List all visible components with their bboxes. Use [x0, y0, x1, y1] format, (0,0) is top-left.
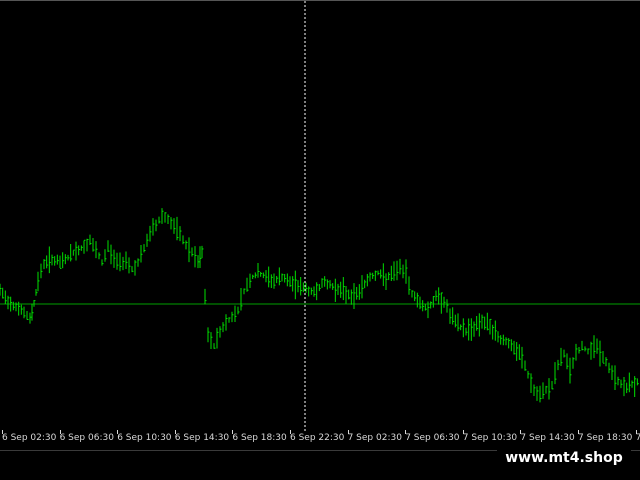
time-axis-label: 6 Sep 14:30 — [174, 433, 230, 443]
time-axis-label: 7 S — [635, 433, 640, 443]
time-axis-label: 7 Sep 18:30 — [578, 433, 633, 443]
time-axis-label: 6 Sep 10:30 — [117, 433, 172, 443]
time-axis-label: 7 Sep 10:30 — [462, 433, 518, 443]
time-axis-label: 6 Sep 02:30 — [2, 433, 57, 443]
chart-window[interactable]: 6 Sep 02:30 6 Sep 06:30 6 Sep 10:30 6 Sep 1… — [0, 0, 640, 480]
time-axis-label: 6 Sep 18:30 — [232, 433, 287, 443]
watermark-label: www.mt4.shop — [497, 446, 631, 470]
time-axis-label: 6 Sep 06:30 — [59, 433, 114, 443]
chart-area[interactable] — [0, 0, 640, 431]
time-axis-label: 6 Sep 22:30 — [290, 433, 345, 443]
time-axis-label: 7 Sep 14:30 — [520, 433, 575, 443]
time-axis-label: 7 Sep 02:30 — [347, 433, 402, 443]
price-chart[interactable] — [0, 1, 640, 431]
price-bars — [0, 208, 639, 403]
time-axis-label: 7 Sep 06:30 — [405, 433, 460, 443]
